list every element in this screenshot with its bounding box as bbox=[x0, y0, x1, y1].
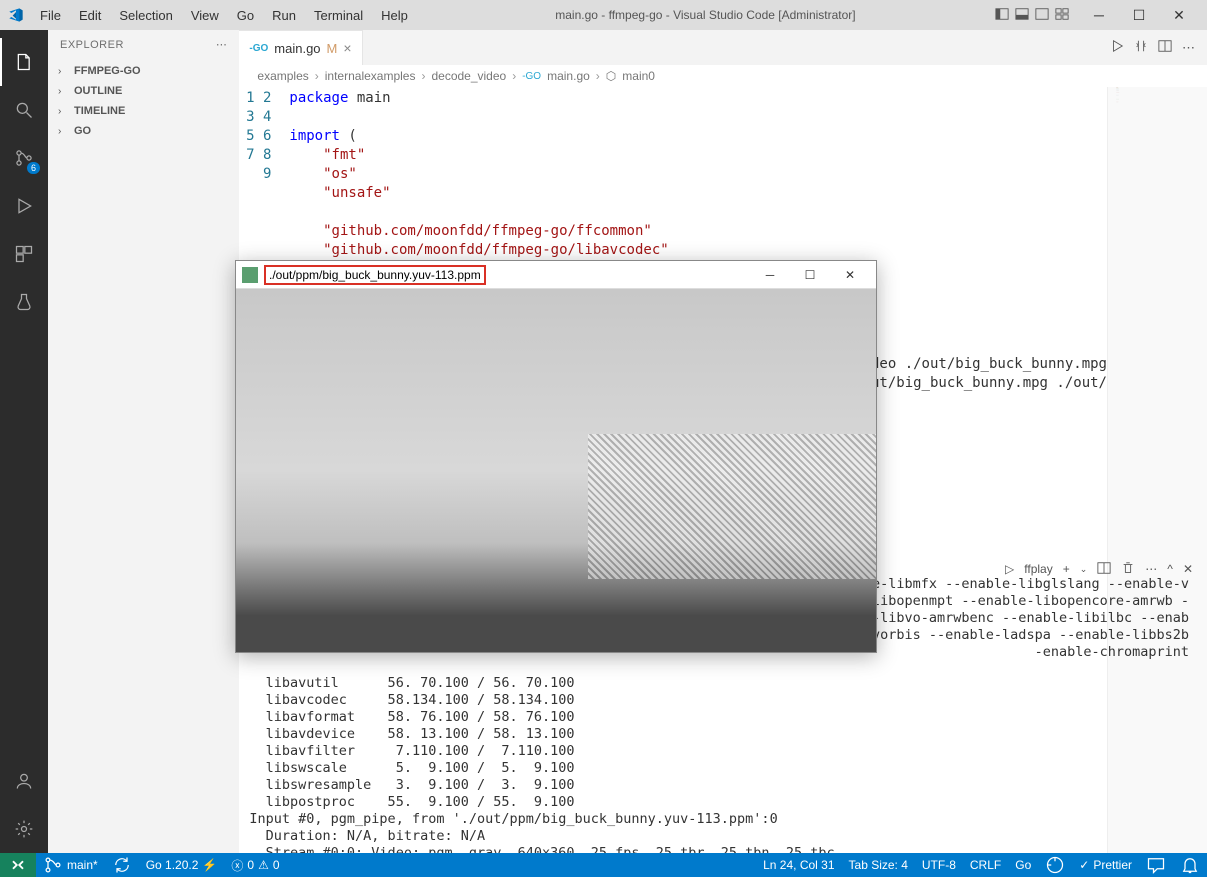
terminal-output: libavutil 56. 70.100 / 56. 70.100 libavc… bbox=[249, 675, 1197, 853]
git-branch[interactable]: main* bbox=[36, 855, 105, 875]
section-ffmpeg-go[interactable]: ›FFMPEG-GO bbox=[48, 61, 239, 81]
ppm-viewer-window[interactable]: ./out/ppm/big_buck_bunny.yuv-113.ppm ─ ☐… bbox=[235, 260, 877, 653]
tab-filename: main.go bbox=[274, 41, 320, 56]
settings-gear-icon[interactable] bbox=[0, 805, 48, 853]
section-go[interactable]: ›GO bbox=[48, 121, 239, 141]
language-mode[interactable]: Go bbox=[1008, 858, 1038, 872]
terminal-close-icon[interactable]: ✕ bbox=[1183, 562, 1193, 576]
vscode-logo-icon bbox=[8, 7, 24, 23]
sidebar-title: EXPLORER bbox=[60, 39, 124, 51]
tab-close-icon[interactable]: × bbox=[343, 40, 351, 56]
ppm-minimize-button[interactable]: ─ bbox=[750, 268, 790, 282]
sync-icon[interactable] bbox=[105, 855, 139, 875]
run-debug-icon[interactable] bbox=[0, 182, 48, 230]
terminal-trash-icon[interactable] bbox=[1121, 561, 1135, 578]
status-bar: main* Go 1.20.2 ⚡ ⓧ 0 ⚠ 0 Ln 24, Col 31 … bbox=[0, 853, 1207, 877]
extensions-icon[interactable] bbox=[0, 230, 48, 278]
editor-actions: ⋯ bbox=[1110, 30, 1207, 65]
accounts-icon[interactable] bbox=[0, 757, 48, 805]
go-file-icon: -GO bbox=[249, 43, 268, 54]
minimize-button[interactable]: ─ bbox=[1079, 7, 1119, 24]
panel-bottom-icon[interactable] bbox=[1015, 7, 1029, 24]
close-button[interactable]: ✕ bbox=[1159, 7, 1199, 24]
menu-terminal[interactable]: Terminal bbox=[306, 6, 371, 25]
sidebar-header: EXPLORER ⋯ bbox=[48, 30, 239, 59]
prettier[interactable]: ✓ Prettier bbox=[1072, 858, 1139, 872]
section-timeline[interactable]: ›TIMELINE bbox=[48, 101, 239, 121]
terminal-run-icon[interactable]: ▷ bbox=[1005, 562, 1014, 576]
ppm-maximize-button[interactable]: ☐ bbox=[790, 268, 830, 282]
tabs-bar: -GO main.go M × ⋯ bbox=[239, 30, 1207, 65]
tab-modified-indicator: M bbox=[327, 41, 338, 56]
menu-help[interactable]: Help bbox=[373, 6, 416, 25]
problems[interactable]: ⓧ 0 ⚠ 0 bbox=[224, 857, 286, 874]
explorer-icon[interactable] bbox=[0, 38, 48, 86]
terminal-split-icon[interactable] bbox=[1097, 561, 1111, 578]
go-status-icon[interactable] bbox=[1038, 855, 1072, 875]
window-controls: ─ ☐ ✕ bbox=[1079, 7, 1199, 24]
search-icon[interactable] bbox=[0, 86, 48, 134]
terminal-label[interactable]: ffplay bbox=[1024, 562, 1052, 576]
terminal-more-icon[interactable]: ⋯ bbox=[1145, 562, 1157, 576]
panel-left-icon[interactable] bbox=[995, 7, 1009, 24]
customize-layout-icon[interactable] bbox=[1055, 7, 1069, 24]
ppm-close-button[interactable]: ✕ bbox=[830, 268, 870, 282]
scm-badge: 6 bbox=[27, 162, 40, 174]
panel-right-icon[interactable] bbox=[1035, 7, 1049, 24]
terminal-add-icon[interactable]: + bbox=[1063, 562, 1070, 576]
layout-controls bbox=[995, 7, 1069, 24]
cursor-position[interactable]: Ln 24, Col 31 bbox=[756, 858, 841, 872]
tab-main-go[interactable]: -GO main.go M × bbox=[239, 30, 362, 65]
menu-bar: File Edit Selection View Go Run Terminal… bbox=[32, 6, 416, 25]
menu-selection[interactable]: Selection bbox=[111, 6, 180, 25]
breadcrumb[interactable]: examples› internalexamples› decode_video… bbox=[239, 65, 1207, 87]
feedback-icon[interactable] bbox=[1139, 855, 1173, 875]
remote-indicator[interactable] bbox=[0, 853, 36, 877]
menu-run[interactable]: Run bbox=[264, 6, 304, 25]
tab-size[interactable]: Tab Size: 4 bbox=[842, 858, 915, 872]
eol[interactable]: CRLF bbox=[963, 858, 1008, 872]
notifications-icon[interactable] bbox=[1173, 855, 1207, 875]
terminal-up-icon[interactable]: ^ bbox=[1167, 562, 1173, 576]
activity-bar: 6 bbox=[0, 30, 48, 853]
ppm-image-content bbox=[236, 289, 876, 652]
maximize-button[interactable]: ☐ bbox=[1119, 7, 1159, 24]
split-editor-icon[interactable] bbox=[1158, 39, 1172, 56]
sidebar-more-icon[interactable]: ⋯ bbox=[216, 38, 228, 51]
ppm-app-icon bbox=[242, 267, 258, 283]
run-icon[interactable] bbox=[1110, 39, 1124, 56]
menu-file[interactable]: File bbox=[32, 6, 69, 25]
titlebar: File Edit Selection View Go Run Terminal… bbox=[0, 0, 1207, 30]
ppm-titlebar[interactable]: ./out/ppm/big_buck_bunny.yuv-113.ppm ─ ☐… bbox=[236, 261, 876, 289]
menu-view[interactable]: View bbox=[183, 6, 227, 25]
go-version[interactable]: Go 1.20.2 ⚡ bbox=[139, 858, 225, 872]
split-diff-icon[interactable] bbox=[1134, 39, 1148, 56]
menu-edit[interactable]: Edit bbox=[71, 6, 109, 25]
section-outline[interactable]: ›OUTLINE bbox=[48, 81, 239, 101]
more-actions-icon[interactable]: ⋯ bbox=[1182, 40, 1195, 56]
ppm-window-title: ./out/ppm/big_buck_bunny.yuv-113.ppm bbox=[264, 265, 486, 285]
menu-go[interactable]: Go bbox=[229, 6, 262, 25]
window-title: main.go - ffmpeg-go - Visual Studio Code… bbox=[416, 8, 995, 22]
explorer-sidebar: EXPLORER ⋯ ›FFMPEG-GO ›OUTLINE ›TIMELINE… bbox=[48, 30, 239, 853]
encoding[interactable]: UTF-8 bbox=[915, 858, 963, 872]
scm-icon[interactable]: 6 bbox=[0, 134, 48, 182]
testing-icon[interactable] bbox=[0, 278, 48, 326]
